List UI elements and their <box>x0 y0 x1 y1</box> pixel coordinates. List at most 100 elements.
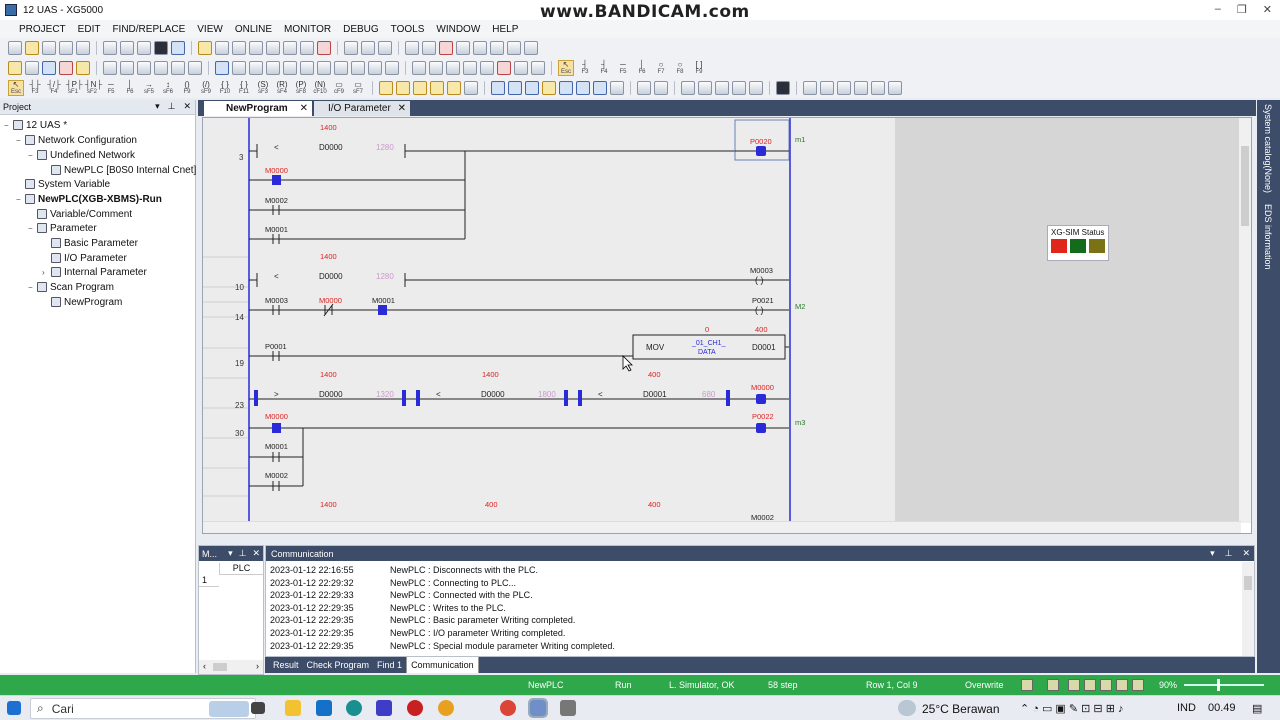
app-icon-2[interactable] <box>438 700 454 716</box>
tab-io-parameter[interactable]: I/O Parameter ✕ <box>314 101 410 116</box>
window-8-icon[interactable] <box>610 81 624 95</box>
fkey-f9[interactable]: [ ] F9 <box>691 60 707 76</box>
expand-icon[interactable]: − <box>4 121 13 130</box>
bracket-1-icon[interactable] <box>412 61 426 75</box>
minimize-icon[interactable]: – <box>1215 3 1221 16</box>
windows-start-icon[interactable] <box>7 701 21 715</box>
scroll-thumb[interactable] <box>1241 146 1249 226</box>
monitor-pause-icon[interactable] <box>232 61 246 75</box>
fkey-f10[interactable]: { } F10 <box>217 80 233 96</box>
monitor-start-icon[interactable] <box>215 61 229 75</box>
run-mode-icon[interactable] <box>42 61 56 75</box>
write-icon[interactable] <box>120 61 134 75</box>
edge-browser-icon[interactable] <box>346 700 362 716</box>
ladder-diagram[interactable]: 3 10 14 19 23 30 1400 < D0000 1280 P0020… <box>203 118 1243 523</box>
scroll-thumb[interactable] <box>1244 576 1252 590</box>
status-icon-4[interactable] <box>1084 679 1096 691</box>
simulator-icon[interactable] <box>776 81 790 95</box>
tree-item[interactable]: › Internal Parameter <box>42 265 147 279</box>
bandicam-icon[interactable] <box>407 700 423 716</box>
tree-item[interactable]: NewPLC [B0S0 Internal Cnet] <box>42 163 196 177</box>
tree-item[interactable]: Basic Parameter <box>42 236 138 250</box>
read-icon[interactable] <box>103 61 117 75</box>
monitor-trigger-icon[interactable] <box>249 61 263 75</box>
dropdown-icon[interactable]: ▾ <box>1210 548 1215 559</box>
tab-check-program[interactable]: Check Program <box>303 657 374 673</box>
special-module-icon[interactable] <box>317 61 331 75</box>
print-icon[interactable] <box>76 41 90 55</box>
fkey-f11[interactable]: { } F11 <box>236 80 252 96</box>
fkey-sf2[interactable]: ┤N├ sF2 <box>84 80 102 96</box>
misc-1-icon[interactable] <box>803 81 817 95</box>
window-3-icon[interactable] <box>525 81 539 95</box>
window-1-icon[interactable] <box>491 81 505 95</box>
fkey-f8[interactable]: ○ F8 <box>672 60 688 76</box>
view-2-icon[interactable] <box>396 81 410 95</box>
fkey-sf3[interactable]: (S) sF3 <box>255 80 271 96</box>
find-icon[interactable] <box>405 41 419 55</box>
fkey-esc[interactable]: ↖ Esc <box>8 80 24 96</box>
view-1-icon[interactable] <box>379 81 393 95</box>
device-monitor-icon[interactable] <box>266 61 280 75</box>
view-3-icon[interactable] <box>413 81 427 95</box>
eds-information-tab[interactable]: EDS information <box>1263 204 1273 270</box>
menu-online[interactable]: ONLINE <box>229 24 278 35</box>
menu-window[interactable]: WINDOW <box>430 24 486 35</box>
plc-info-icon[interactable] <box>154 61 168 75</box>
trend-monitor-icon[interactable] <box>283 61 297 75</box>
status-icon-5[interactable] <box>1100 679 1112 691</box>
close-icon[interactable]: ✕ <box>300 103 308 114</box>
close-icon[interactable]: ✕ <box>1242 548 1250 559</box>
step-in-icon[interactable] <box>531 61 545 75</box>
fkey-f3[interactable]: ┤ F3 <box>577 60 593 76</box>
terminal-icon[interactable] <box>154 41 168 55</box>
search-tool-2-icon[interactable] <box>698 81 712 95</box>
copy-icon[interactable] <box>283 41 297 55</box>
pin-icon[interactable]: ⊥ <box>239 548 247 559</box>
paste-icon[interactable] <box>300 41 314 55</box>
close-icon[interactable]: ✕ <box>1263 3 1272 16</box>
app-icon-1[interactable] <box>376 700 392 716</box>
misc-6-icon[interactable] <box>888 81 902 95</box>
tree-item[interactable]: − 12 UAS * <box>4 118 67 132</box>
check-program-icon[interactable] <box>137 41 151 55</box>
clock[interactable]: 00.49 <box>1208 702 1236 714</box>
bracket-2-icon[interactable] <box>429 61 443 75</box>
status-icon-6[interactable] <box>1116 679 1128 691</box>
goto-step-icon[interactable] <box>490 41 504 55</box>
tree-item[interactable]: NewProgram <box>42 295 122 309</box>
pin-icon[interactable]: ⊥ <box>168 101 176 112</box>
plc-history-icon[interactable] <box>171 61 185 75</box>
breakpoint-icon[interactable] <box>497 61 511 75</box>
cut-icon[interactable] <box>266 41 280 55</box>
tree-item[interactable]: Variable/Comment <box>28 207 132 221</box>
dropdown-icon[interactable]: ▾ <box>155 101 160 112</box>
fkey-sf6[interactable]: ↕ sF6 <box>160 80 176 96</box>
tree-item[interactable]: − NewPLC(XGB-XBMS)-Run <box>16 192 162 206</box>
print-preview-icon[interactable] <box>103 41 117 55</box>
tree-item[interactable]: − Undefined Network <box>28 148 135 162</box>
goto-icon[interactable] <box>473 41 487 55</box>
fkey-cf10[interactable]: (N) cF10 <box>312 80 328 96</box>
io-info-icon[interactable] <box>385 61 399 75</box>
forward-icon[interactable] <box>524 41 538 55</box>
language-indicator[interactable]: IND <box>1177 702 1196 714</box>
view-5-icon[interactable] <box>447 81 461 95</box>
close-icon[interactable]: ✕ <box>398 103 406 114</box>
tree-item[interactable]: − Parameter <box>28 221 97 235</box>
tab-find-1[interactable]: Find 1 <box>373 657 406 673</box>
plc-error-icon[interactable] <box>188 61 202 75</box>
expand-icon[interactable]: − <box>16 136 25 145</box>
communication-scrollbar[interactable] <box>1242 562 1254 656</box>
fkey-sf1[interactable]: ┤P├ sF1 <box>65 80 83 96</box>
fkey-sf8[interactable]: (P) sF8 <box>293 80 309 96</box>
find-device-icon[interactable] <box>439 41 453 55</box>
tray-icons[interactable]: ⌃ ◔ ▭ ▣ ✎ ⊡ ⊟ ⊞ ♪ <box>1020 702 1123 715</box>
scroll-thumb[interactable] <box>213 663 227 671</box>
misc-5-icon[interactable] <box>871 81 885 95</box>
expand-icon[interactable]: − <box>28 224 37 233</box>
menu-find-replace[interactable]: FIND/REPLACE <box>106 24 191 35</box>
expand-icon[interactable]: − <box>16 195 25 204</box>
status-icon-7[interactable] <box>1132 679 1144 691</box>
step-over-icon[interactable] <box>514 61 528 75</box>
